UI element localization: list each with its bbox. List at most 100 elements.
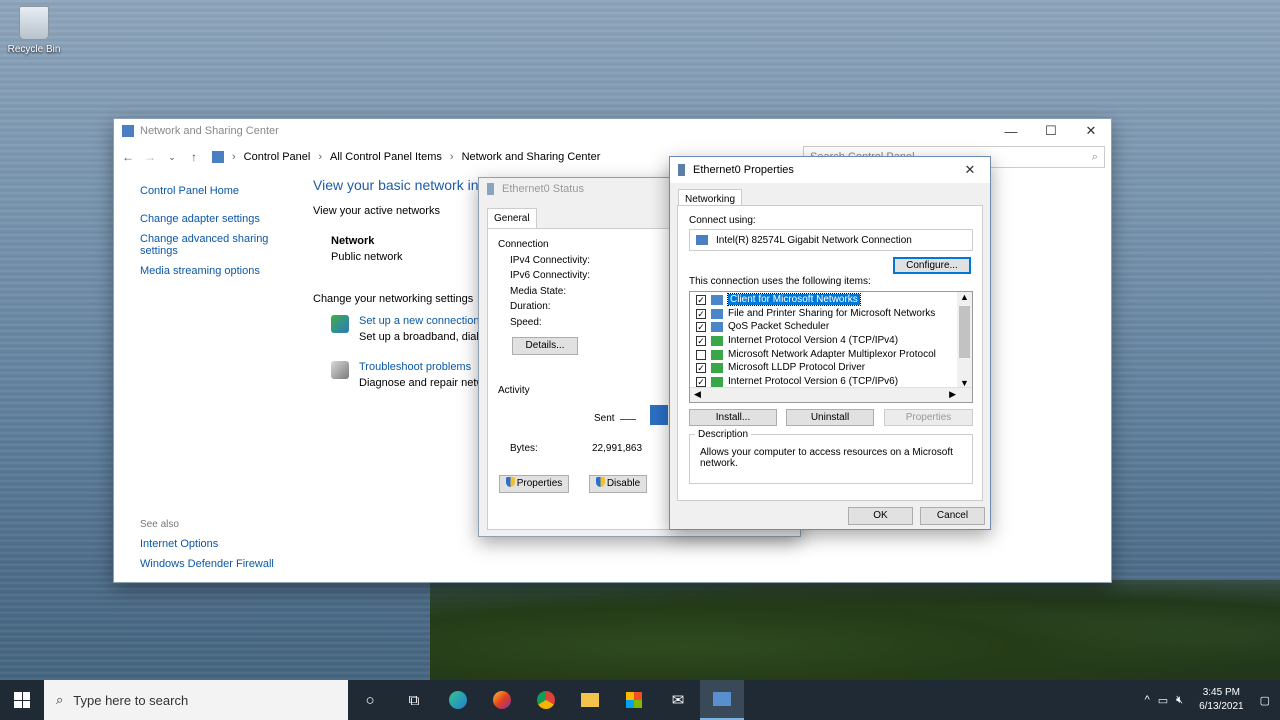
control-panel-home-link[interactable]: Control Panel Home — [140, 185, 290, 197]
scrollbar-thumb[interactable] — [959, 306, 970, 358]
store-icon[interactable] — [612, 680, 656, 720]
connection-group-label: Connection — [498, 239, 549, 250]
setup-connection-link[interactable]: Set up a new connection — [359, 315, 483, 327]
breadcrumb-network-center[interactable]: Network and Sharing Center — [462, 151, 601, 163]
volume-muted-icon[interactable]: 🔇︎ — [1176, 694, 1183, 707]
cortana-icon[interactable]: ○ — [348, 680, 392, 720]
control-panel-taskbar-icon[interactable] — [700, 680, 744, 720]
breadcrumb-all-items[interactable]: All Control Panel Items — [330, 151, 442, 163]
list-item[interactable]: ✓ File and Printer Sharing for Microsoft … — [696, 307, 935, 320]
windows-firewall-link[interactable]: Windows Defender Firewall — [140, 558, 274, 570]
description-text: Allows your computer to access resources… — [700, 447, 953, 469]
breadcrumb-separator[interactable]: › — [232, 151, 236, 163]
troubleshoot-link[interactable]: Troubleshoot problems — [359, 361, 484, 373]
ethernet-icon — [678, 164, 685, 176]
mail-icon[interactable]: ✉ — [656, 680, 700, 720]
breadcrumb-separator[interactable]: › — [318, 151, 322, 163]
status-properties-button[interactable]: Properties — [499, 475, 569, 493]
item-checkbox[interactable]: ✓ — [696, 335, 706, 346]
item-label: Internet Protocol Version 6 (TCP/IPv6) — [728, 376, 899, 387]
sent-line — [620, 419, 636, 420]
items-label: This connection uses the following items… — [689, 276, 871, 287]
breadcrumb-separator[interactable]: › — [450, 151, 454, 163]
recycle-bin-desktop-icon[interactable]: Recycle Bin — [6, 6, 62, 55]
page-title: View your basic network in — [313, 177, 479, 193]
network-tray-icon[interactable]: ▭ — [1158, 694, 1168, 707]
notification-center-icon[interactable]: ▢ — [1260, 694, 1270, 707]
recent-dropdown-icon[interactable]: ⌄ — [164, 152, 180, 163]
internet-options-link[interactable]: Internet Options — [140, 538, 274, 550]
sidebar: Control Panel Home Change adapter settin… — [140, 185, 290, 285]
connect-using-label: Connect using: — [689, 215, 756, 226]
item-properties-button[interactable]: Properties — [884, 409, 973, 426]
edge-icon[interactable] — [436, 680, 480, 720]
troubleshoot-desc: Diagnose and repair netw — [359, 377, 485, 389]
item-label: QoS Packet Scheduler — [728, 321, 830, 332]
task-view-icon[interactable]: ⧉ — [392, 680, 436, 720]
item-checkbox[interactable]: ✓ — [696, 321, 706, 332]
taskbar-search-box[interactable]: ⌕ Type here to search — [44, 680, 348, 720]
forward-arrow-icon[interactable]: → — [142, 150, 158, 164]
show-hidden-icons-icon[interactable]: ^ — [1145, 694, 1150, 706]
title-bar[interactable]: Network and Sharing Center — ☐ ✕ — [114, 119, 1111, 143]
tab-general[interactable]: General — [487, 208, 537, 228]
chrome-icon[interactable] — [524, 680, 568, 720]
ok-button[interactable]: OK — [848, 507, 913, 525]
disable-button[interactable]: Disable — [589, 475, 647, 493]
scroll-right-icon[interactable]: ▶ — [949, 389, 956, 400]
list-item[interactable]: ✓ Microsoft LLDP Protocol Driver — [696, 361, 865, 374]
install-button[interactable]: Install... — [689, 409, 777, 426]
horizontal-scrollbar[interactable]: ◀ ▶ — [690, 387, 972, 402]
protocol-icon — [711, 349, 723, 360]
item-checkbox[interactable] — [696, 349, 706, 360]
change-adapter-settings-link[interactable]: Change adapter settings — [140, 213, 290, 225]
taskbar: ⌕ Type here to search ○ ⧉ ✉ ^ ▭ 🔇︎ 3:45 … — [0, 680, 1280, 720]
service-network-icon — [711, 308, 723, 319]
duration-label: Duration: — [510, 301, 551, 312]
cancel-button[interactable]: Cancel — [920, 507, 985, 525]
file-explorer-icon[interactable] — [568, 680, 612, 720]
scroll-up-icon[interactable]: ▲ — [960, 292, 969, 302]
close-button[interactable]: ✕ — [1071, 120, 1111, 142]
item-checkbox[interactable]: ✓ — [696, 362, 706, 373]
setup-connection-desc: Set up a broadband, dial- — [359, 331, 483, 343]
minimize-button[interactable]: — — [991, 120, 1031, 142]
media-streaming-link[interactable]: Media streaming options — [140, 265, 290, 277]
change-settings-label: Change your networking settings — [313, 293, 474, 305]
task-new-connection: Set up a new connection Set up a broadba… — [331, 315, 484, 343]
uninstall-button[interactable]: Uninstall — [786, 409, 874, 426]
configure-button[interactable]: Configure... — [893, 257, 971, 274]
clock-date: 6/13/2021 — [1199, 701, 1244, 712]
change-advanced-sharing-link[interactable]: Change advanced sharing settings — [140, 233, 290, 257]
vertical-scrollbar[interactable]: ▲ ▼ — [957, 292, 972, 388]
properties-title-bar[interactable]: Ethernet0 Properties ✕ — [670, 157, 990, 183]
breadcrumb-control-panel[interactable]: Control Panel — [244, 151, 311, 163]
maximize-button[interactable]: ☐ — [1031, 120, 1071, 142]
list-item[interactable]: ✓ Internet Protocol Version 4 (TCP/IPv4) — [696, 334, 898, 347]
item-label: Microsoft Network Adapter Multiplexor Pr… — [728, 349, 936, 360]
service-network-icon — [711, 321, 723, 332]
ipv4-connectivity-label: IPv4 Connectivity: — [510, 255, 591, 266]
item-checkbox[interactable]: ✓ — [696, 308, 706, 319]
sent-label: Sent — [594, 413, 615, 424]
up-arrow-icon[interactable]: ↑ — [186, 150, 202, 164]
item-checkbox[interactable]: ✓ — [696, 376, 706, 387]
list-item[interactable]: Microsoft Network Adapter Multiplexor Pr… — [696, 348, 936, 361]
item-label: Client for Microsoft Networks — [727, 293, 861, 306]
start-button[interactable] — [0, 680, 44, 720]
list-item[interactable]: ✓ QoS Packet Scheduler — [696, 320, 829, 333]
list-item[interactable]: ✓ Client for Microsoft Networks — [696, 293, 861, 306]
details-button[interactable]: Details... — [512, 337, 578, 355]
item-checkbox[interactable]: ✓ — [696, 294, 706, 305]
properties-close-button[interactable]: ✕ — [950, 159, 990, 181]
scroll-left-icon[interactable]: ◀ — [694, 389, 701, 400]
back-arrow-icon[interactable]: ← — [120, 150, 136, 164]
recycle-bin-label: Recycle Bin — [7, 44, 61, 55]
components-list[interactable]: ✓ Client for Microsoft Networks ✓ File and… — [689, 291, 973, 403]
media-state-label: Media State: — [510, 286, 567, 297]
network-adapter-icon — [696, 235, 708, 245]
new-connection-icon — [331, 315, 349, 333]
clock[interactable]: 3:45 PM 6/13/2021 — [1191, 686, 1252, 714]
ethernet-icon — [487, 183, 494, 195]
firefox-icon[interactable] — [480, 680, 524, 720]
